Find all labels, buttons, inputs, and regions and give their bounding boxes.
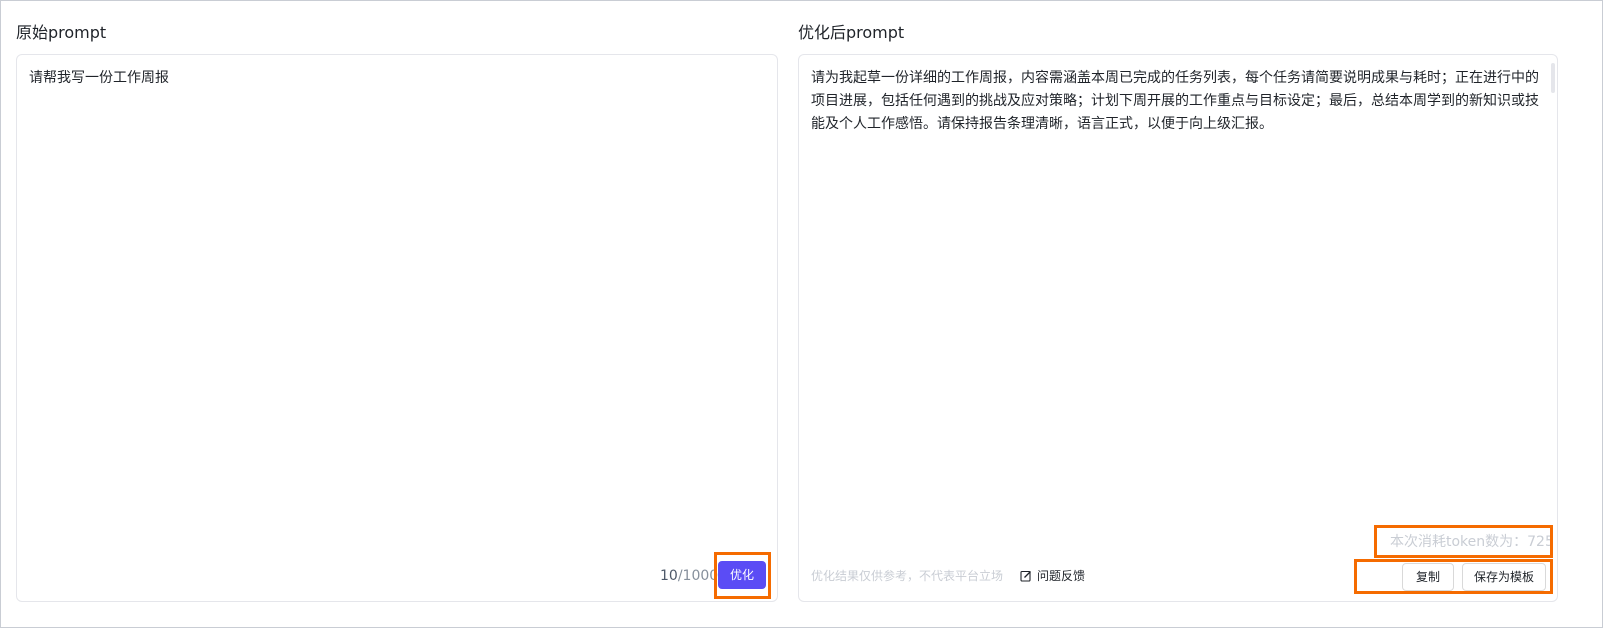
feedback-label: 问题反馈 — [1037, 569, 1086, 583]
disclaimer-text: 优化结果仅供参考，不代表平台立场 — [811, 569, 1004, 583]
edit-icon — [1020, 570, 1032, 582]
feedback-link[interactable]: 问题反馈 — [1020, 567, 1085, 585]
optimize-button[interactable]: 优化 — [718, 561, 766, 589]
token-usage: 本次消耗token数为：725 — [1390, 534, 1554, 550]
original-prompt-title: 原始prompt — [16, 23, 107, 42]
char-max: /1000 — [677, 568, 719, 584]
optimized-prompt-title: 优化后prompt — [798, 23, 905, 42]
optimized-prompt-output: 请为我起草一份详细的工作周报，内容需涵盖本周已完成的任务列表，每个任务请简要说明… — [811, 70, 1539, 132]
original-prompt-panel[interactable]: 请帮我写一份工作周报 10/1000 优化 — [16, 54, 778, 602]
original-prompt-input[interactable]: 请帮我写一份工作周报 — [29, 67, 759, 89]
optimized-prompt-panel: 请为我起草一份详细的工作周报，内容需涵盖本周已完成的任务列表，每个任务请简要说明… — [798, 54, 1558, 602]
copy-button[interactable]: 复制 — [1402, 563, 1454, 591]
char-count: 10 — [660, 568, 678, 584]
char-counter: 10/1000 — [660, 567, 718, 585]
save-template-button[interactable]: 保存为模板 — [1462, 563, 1546, 591]
prompt-optimizer-page: 原始prompt 请帮我写一份工作周报 10/1000 优化 优化后prompt… — [0, 0, 1603, 628]
output-scrollbar[interactable] — [1551, 63, 1555, 93]
